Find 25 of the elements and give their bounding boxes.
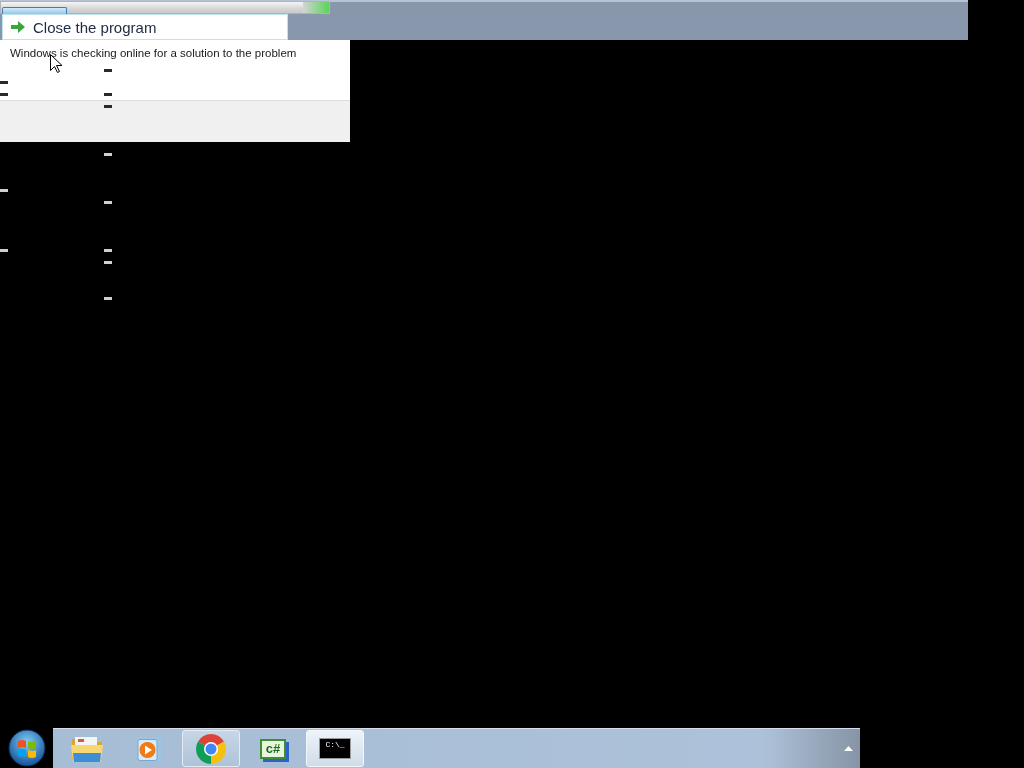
dash-mark bbox=[104, 105, 112, 108]
dash-mark bbox=[0, 189, 8, 192]
partial-button[interactable] bbox=[2, 7, 67, 14]
arrow-icon bbox=[11, 21, 25, 33]
dash-mark bbox=[104, 69, 112, 72]
taskbar-button[interactable] bbox=[182, 730, 240, 767]
dash-mark bbox=[0, 81, 8, 84]
status-message: Windows is checking online for a solution to the problem bbox=[10, 46, 298, 61]
taskbar-button[interactable]: c# bbox=[244, 730, 302, 767]
browser-icon bbox=[195, 732, 227, 765]
dash-mark bbox=[104, 249, 112, 252]
dash-mark bbox=[0, 249, 8, 252]
console-icon: C:\_ bbox=[319, 738, 351, 759]
taskbar-button[interactable]: C:\_ bbox=[306, 730, 364, 767]
dash-mark bbox=[104, 201, 112, 204]
command-link[interactable]: Close the program bbox=[2, 14, 288, 40]
dash-mark bbox=[0, 93, 8, 96]
start-orb-icon bbox=[7, 729, 46, 767]
csharp-icon: c# bbox=[260, 738, 286, 759]
dash-mark bbox=[104, 297, 112, 300]
play-icon bbox=[135, 734, 163, 763]
caret-icon bbox=[843, 746, 853, 751]
dash-mark bbox=[104, 261, 112, 264]
dash-mark bbox=[104, 93, 112, 96]
dash-mark bbox=[104, 153, 112, 156]
